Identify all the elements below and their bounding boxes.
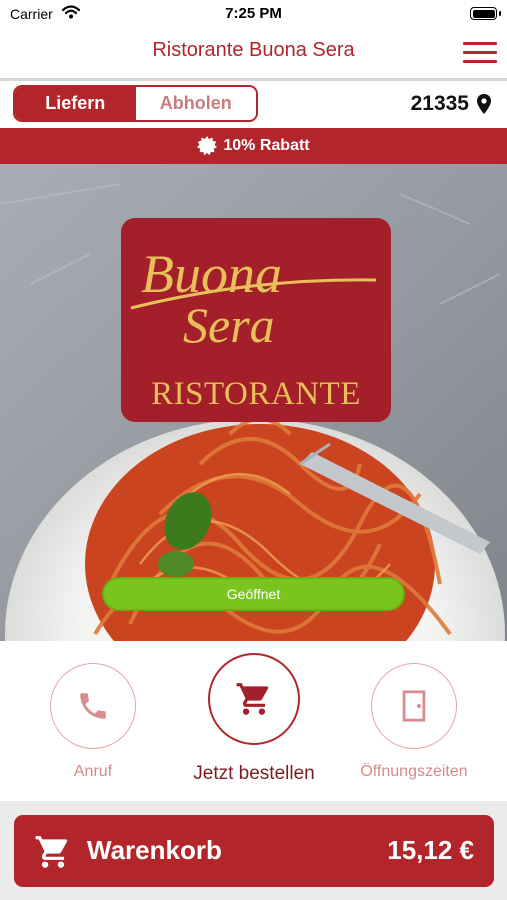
cart-total: 15,12 € (387, 835, 474, 865)
order-now-button[interactable]: Jetzt bestellen (184, 653, 324, 785)
hamburger-menu-icon[interactable] (463, 40, 497, 66)
delivery-tab[interactable]: Liefern (15, 87, 136, 120)
hero-image: Buona Sera RISTORANTE Geöffnet (0, 164, 507, 641)
open-status-badge: Geöffnet (102, 577, 405, 611)
logo-script-art: Buona Sera (130, 244, 377, 353)
cart-icon (236, 683, 269, 715)
opening-hours-button[interactable]: Öffnungszeiten (344, 653, 484, 781)
battery-icon (470, 7, 501, 20)
cart-label: Warenkorb (87, 835, 222, 865)
cart-icon (35, 836, 68, 868)
order-mode-switch: Liefern Abholen (13, 85, 258, 122)
order-now-label: Jetzt bestellen (193, 763, 315, 784)
restaurant-logo: Buona Sera RISTORANTE (121, 218, 391, 422)
call-button[interactable]: Anruf (23, 653, 163, 781)
door-icon (402, 690, 426, 722)
logo-script-line2: Sera (183, 297, 275, 353)
status-time: 7:25 PM (225, 5, 282, 22)
location-pin-icon (477, 94, 491, 114)
cart-button[interactable]: Warenkorb 15,12 € (14, 815, 494, 887)
nav-bar: Ristorante Buona Sera (0, 28, 507, 78)
discount-banner: 10% Rabatt (0, 128, 507, 164)
status-bar: Carrier 7:25 PM (0, 0, 507, 28)
delivery-zip[interactable]: 21335 (411, 92, 491, 116)
logo-subtitle: RISTORANTE (151, 376, 361, 412)
zip-code: 21335 (410, 92, 469, 115)
phone-icon (80, 693, 106, 719)
discount-text: 10% Rabatt (223, 137, 310, 154)
nav-divider (0, 78, 507, 81)
logo-script-line1: Buona (141, 244, 282, 304)
pickup-tab[interactable]: Abholen (135, 87, 256, 120)
page-title: Ristorante Buona Sera (152, 39, 355, 61)
opening-hours-label: Öffnungszeiten (360, 763, 468, 780)
badge-star-icon (197, 136, 218, 156)
quick-actions: Anruf Jetzt bestellen Öffnungszeiten (0, 641, 507, 801)
call-label: Anruf (73, 763, 113, 780)
